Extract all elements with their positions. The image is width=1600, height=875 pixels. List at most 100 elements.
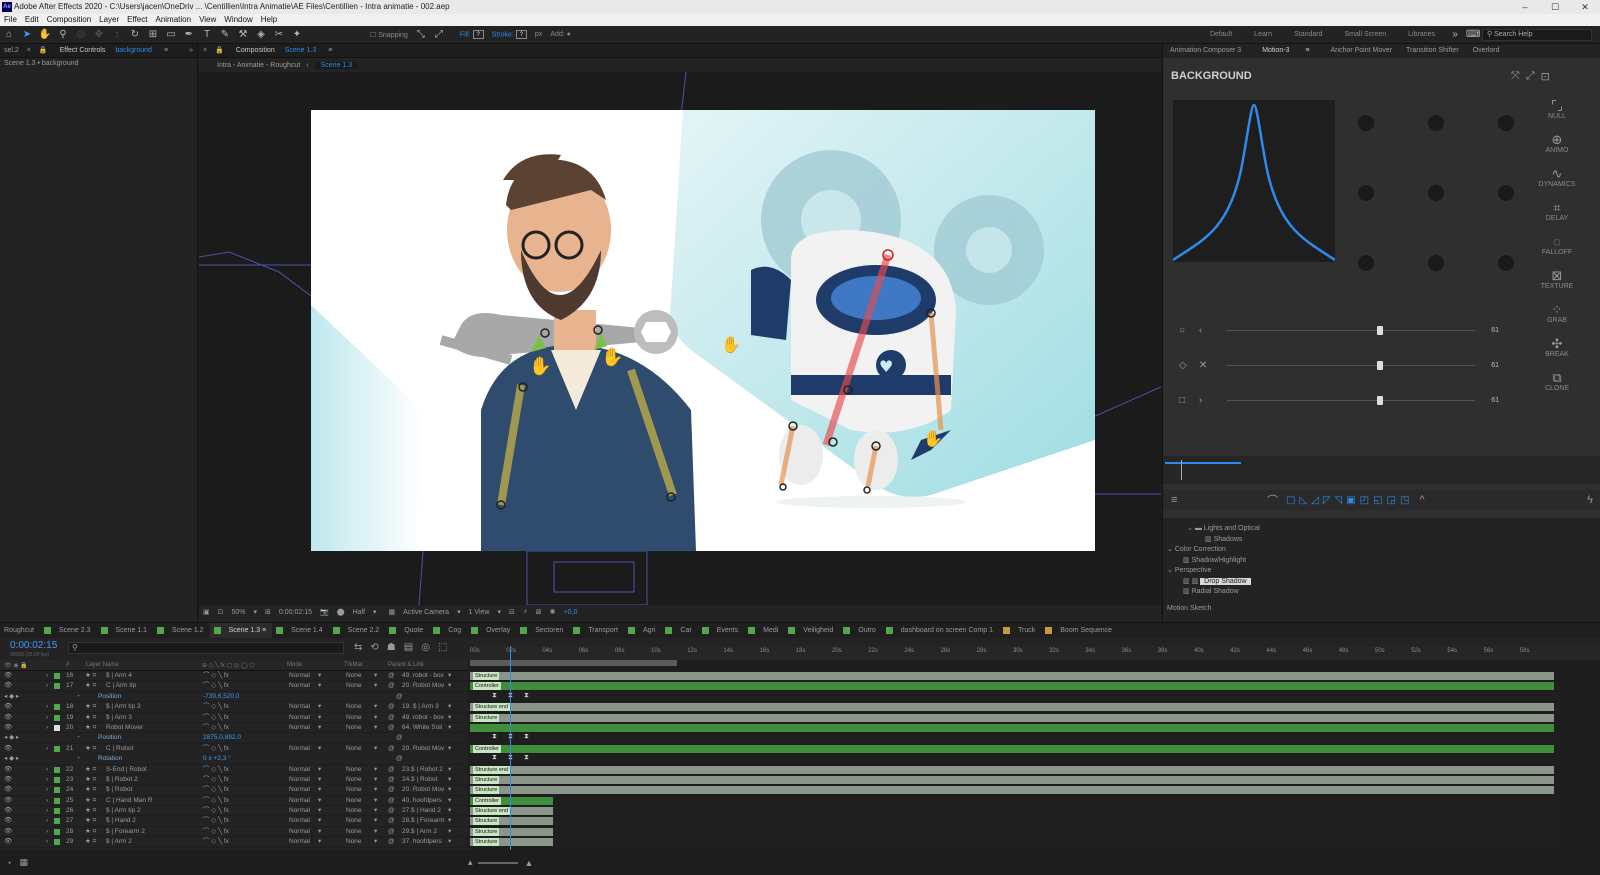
comp-tab[interactable]: Boom Sequence: [1041, 623, 1118, 638]
comp-tab[interactable]: Agri: [624, 623, 661, 638]
expand-panel-icon[interactable]: »: [189, 44, 193, 57]
trkmat-dropdown[interactable]: None: [346, 713, 362, 723]
layer-duration-bar[interactable]: Structure: [470, 786, 1554, 795]
dropdown-arrow-icon[interactable]: ▾: [448, 827, 451, 837]
parent-pickwhip-icon[interactable]: @: [388, 796, 395, 806]
layer-row[interactable]: 👁 › 20 ★ ⌗ Robot Mover ⌒ ◇ ╲ fx Normal ▾ None ▾ @6…: [0, 723, 468, 734]
expression-pickwhip-icon[interactable]: @: [396, 754, 403, 764]
keyframe-marker[interactable]: ⧗: [492, 692, 497, 700]
orbit-camera-icon[interactable]: ◎: [74, 28, 88, 42]
trkmat-dropdown[interactable]: None: [346, 765, 362, 775]
keyframe-marker[interactable]: ⧗: [492, 733, 497, 741]
snap-options-icon[interactable]: ⤡: [414, 28, 428, 42]
property-row[interactable]: ◂ ◆ ▸ ◔ Rotation 0 x +2,3 ° @: [0, 754, 468, 765]
dropdown-arrow-icon[interactable]: ▾: [448, 765, 451, 775]
grab-tool[interactable]: ⁘ GRAB: [1533, 302, 1581, 324]
dropdown-arrow-icon[interactable]: ▾: [318, 785, 321, 795]
resize-icon[interactable]: ⤢: [1526, 70, 1535, 83]
label-color-swatch[interactable]: [54, 724, 60, 731]
layer-duration-bar[interactable]: Structure: [470, 672, 1554, 680]
parent-pickwhip-icon[interactable]: @: [388, 702, 395, 712]
layer-track[interactable]: Controller: [468, 744, 1560, 755]
dropdown-arrow-icon[interactable]: ▾: [318, 744, 321, 754]
layer-duration-bar[interactable]: Controller: [470, 744, 1554, 753]
trkmat-dropdown[interactable]: None: [346, 671, 362, 681]
tree-item-radial-shadow[interactable]: ▥ Radial Shadow: [1163, 587, 1600, 598]
layer-duration-bar[interactable]: Structure end: [470, 765, 1554, 774]
label-color-swatch[interactable]: [54, 839, 60, 846]
parent-pickwhip-icon[interactable]: @: [388, 775, 395, 785]
tree-item-shadows[interactable]: ▥ Shadows: [1163, 535, 1600, 546]
trkmat-dropdown[interactable]: None: [346, 816, 362, 826]
blend-mode-dropdown[interactable]: Normal: [289, 816, 310, 826]
dropdown-arrow-icon[interactable]: ▾: [318, 827, 321, 837]
trkmat-dropdown[interactable]: None: [346, 827, 362, 837]
parent-pickwhip-icon[interactable]: @: [388, 744, 395, 754]
trkmat-dropdown[interactable]: None: [346, 723, 362, 733]
parent-pickwhip-icon[interactable]: @: [388, 837, 395, 847]
twirl-arrow-icon[interactable]: ›: [46, 671, 48, 681]
toggle-pixel-aspect-icon[interactable]: ⊟: [509, 608, 515, 616]
layer-row[interactable]: 👁 › 29 ★ ⌗ $ | Arm 2 ⌒ ◇ ╲ fx Normal ▾ None ▾ @37.…: [0, 837, 468, 848]
stroke-control[interactable]: Stroke:?: [492, 30, 527, 39]
tab-transition-shifter[interactable]: Transition Shifter: [1406, 44, 1459, 58]
layer-row[interactable]: 👁 › 18 ★ ⌗ $ | Arm tip 3 ⌒ ◇ ╲ fx Normal ▾ None ▾…: [0, 702, 468, 713]
dropdown-arrow-icon[interactable]: ▾: [318, 816, 321, 826]
twirl-arrow-icon[interactable]: ›: [46, 723, 48, 733]
workspace-libraries[interactable]: Libraries: [1408, 31, 1435, 38]
layer-name[interactable]: Robot Mover: [106, 723, 143, 733]
dropdown-arrow-icon[interactable]: ▾: [448, 723, 451, 733]
zoom-out-icon[interactable]: ▴: [468, 857, 473, 868]
layer-duration-bar[interactable]: Controller: [470, 796, 554, 805]
layer-name[interactable]: $ | Robot: [106, 785, 132, 795]
layer-search-input[interactable]: ⚲: [68, 642, 344, 654]
workspace-default[interactable]: Default: [1210, 31, 1232, 38]
tree-item-color-correction[interactable]: ⌄ Color Correction: [1163, 545, 1600, 556]
layer-switches-icons[interactable]: ⌒ ◇ ╲ fx: [203, 816, 229, 826]
dropdown-arrow-icon[interactable]: ▾: [318, 796, 321, 806]
layer-track[interactable]: Structure end: [468, 702, 1560, 713]
caret-up-icon[interactable]: ^: [1419, 494, 1424, 506]
anchor-dot[interactable]: [1358, 115, 1374, 131]
draft-3d-icon[interactable]: ⟲: [370, 642, 378, 653]
zoom-dropdown-arrow-icon[interactable]: ▾: [254, 608, 258, 616]
minimize-icon[interactable]: –: [1510, 0, 1540, 14]
blend-mode-dropdown[interactable]: Normal: [289, 713, 310, 723]
pen-tool-icon[interactable]: ✒: [182, 28, 196, 42]
menu-file[interactable]: File: [0, 14, 21, 26]
comp-tab[interactable]: Scene 1.1: [97, 623, 154, 638]
layer-row[interactable]: 👁 › 21 ★ ⌗ C | Robot ⌒ ◇ ╲ fx Normal ▾ None ▾ @20.…: [0, 744, 468, 755]
tree-item-drop-shadow[interactable]: ▥ ▥ Drop Shadow: [1163, 577, 1600, 588]
blend-mode-dropdown[interactable]: Normal: [289, 806, 310, 816]
trkmat-dropdown[interactable]: None: [346, 702, 362, 712]
label-color-swatch[interactable]: [54, 714, 60, 721]
delay-tool[interactable]: ⌗ DELAY: [1533, 200, 1581, 222]
blend-mode-dropdown[interactable]: Normal: [289, 744, 310, 754]
visibility-eye-icon[interactable]: 👁: [4, 723, 12, 733]
blend-mode-dropdown[interactable]: Normal: [289, 671, 310, 681]
comp-tab[interactable]: Scene 1.2: [153, 623, 210, 638]
layer-row[interactable]: 👁 › 19 ★ ⌗ $ | Arm 3 ⌒ ◇ ╲ fx Normal ▾ None ▾ @49.…: [0, 713, 468, 723]
snapping-checkbox[interactable]: ☐ Snapping: [370, 31, 408, 39]
menu-window[interactable]: Window: [220, 14, 256, 26]
dropdown-arrow-icon[interactable]: ▾: [318, 723, 321, 733]
comp-tab[interactable]: Scene 2.3: [40, 623, 97, 638]
comp-tab[interactable]: Scene 2.2: [329, 623, 386, 638]
fill-control[interactable]: Fill:?: [460, 30, 484, 39]
blend-mode-dropdown[interactable]: Normal: [289, 785, 310, 795]
menu-edit[interactable]: Edit: [21, 14, 43, 26]
selection-tool-icon[interactable]: ➤: [20, 28, 34, 42]
keyframe-marker[interactable]: ⧗: [524, 754, 529, 762]
property-row[interactable]: ◂ ◆ ▸ ◔ Position 2875,0,892,0 @: [0, 733, 468, 744]
layer-track[interactable]: Structure: [468, 785, 1560, 796]
dropdown-arrow-icon[interactable]: ▾: [448, 816, 451, 826]
slider-2[interactable]: [1226, 360, 1476, 370]
always-preview-icon[interactable]: ▣: [203, 608, 210, 616]
trkmat-dropdown[interactable]: None: [346, 785, 362, 795]
snap-extra-icon[interactable]: ⤢: [432, 28, 446, 42]
property-value[interactable]: 0 x +2,3 °: [203, 754, 231, 764]
zoom-in-icon[interactable]: ▲: [524, 858, 533, 868]
keyframe-nav-icon[interactable]: ◂ ◆ ▸: [4, 692, 19, 702]
tab-anchor-point-mover[interactable]: Anchor Point Mover: [1330, 44, 1391, 58]
blend-mode-dropdown[interactable]: Normal: [289, 775, 310, 785]
